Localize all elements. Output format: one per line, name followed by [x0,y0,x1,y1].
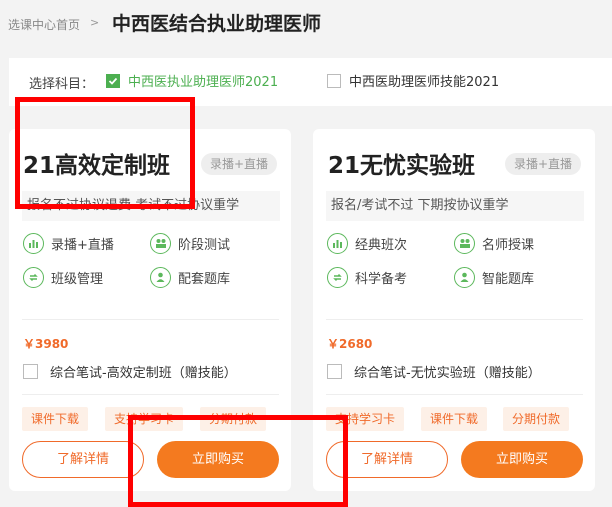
breadcrumb-separator: > [90,16,100,29]
mode-tag: 录播+直播 [504,153,581,175]
feature-label: 科学备考 [355,272,408,287]
feature-item: 配套题库 [150,267,230,288]
combo-label: 综合笔试-无忧实验班（赠技能） [354,366,541,381]
checkbox-icon[interactable] [327,73,341,88]
feature-item: 经典班次 [327,233,407,254]
header: 选课中心首页 > 中西医结合执业助理医师 [0,0,612,50]
feature-label: 录播+直播 [51,238,114,253]
divider [326,319,583,320]
refresh-icon [23,267,44,288]
feature-item: 班级管理 [23,267,103,288]
detail-button[interactable]: 了解详情 [22,441,144,478]
feature-item: 名师授课 [454,233,534,254]
feature-item: 阶段测试 [150,233,230,254]
feature-label: 名师授课 [482,238,535,253]
users-icon [150,233,171,254]
feature-label: 阶段测试 [178,238,231,253]
feature-item: 录播+直播 [23,233,114,254]
course-description: 报名/考试不过 下期按协议重学 [326,191,584,221]
page-title: 中西医结合执业助理医师 [112,13,322,35]
refresh-icon [327,267,348,288]
divider [22,394,279,395]
course-title: 21高效定制班 [23,153,171,179]
checkbox-icon[interactable] [23,364,38,379]
service-tag: 课件下载 [22,407,89,431]
buy-button[interactable]: 立即购买 [461,441,583,478]
detail-button[interactable]: 了解详情 [326,441,448,478]
combo-label: 综合笔试-高效定制班（赠技能） [50,366,237,381]
chart-bars-icon [23,233,44,254]
mode-tag: 录播+直播 [200,153,277,175]
service-tag: 分期付款 [200,407,267,431]
service-tag: 支持学习卡 [326,407,405,431]
course-description: 报名不过协议退费 考试不过协议重学 [22,191,280,221]
checkbox-checked-icon[interactable] [106,73,120,88]
divider [22,319,279,320]
service-tag: 课件下载 [421,407,488,431]
feature-label: 班级管理 [51,272,104,287]
service-tag: 支持学习卡 [105,407,184,431]
course-title: 21无忧实验班 [328,153,476,179]
combo-option[interactable]: 综合笔试-高效定制班（赠技能） [23,362,237,381]
subject-label: 选择科目： [29,77,95,92]
course-card-1: 21高效定制班 录播+直播 报名不过协议退费 考试不过协议重学 录播+直播 阶段… [9,129,291,491]
subject-selector: 选择科目： 中西医执业助理医师2021 中西医助理医师技能2021 [9,58,612,106]
course-price: ￥2680 [327,337,373,351]
service-tag: 分期付款 [503,407,570,431]
course-price: ￥3980 [23,337,69,351]
user-icon [150,267,171,288]
chart-bars-icon [327,233,348,254]
breadcrumb-home-link[interactable]: 选课中心首页 [8,16,80,33]
users-icon [454,233,475,254]
feature-label: 配套题库 [178,272,231,287]
buy-button[interactable]: 立即购买 [157,441,279,478]
subject-option-1[interactable]: 中西医执业助理医师2021 [106,71,278,90]
subject-option-label: 中西医助理医师技能2021 [349,75,500,90]
subject-option-label: 中西医执业助理医师2021 [128,75,279,90]
divider [326,394,583,395]
feature-item: 科学备考 [327,267,407,288]
feature-label: 经典班次 [355,238,408,253]
checkbox-icon[interactable] [327,364,342,379]
feature-item: 智能题库 [454,267,534,288]
combo-option[interactable]: 综合笔试-无忧实验班（赠技能） [327,362,541,381]
subject-option-2[interactable]: 中西医助理医师技能2021 [327,71,499,90]
course-card-2: 21无忧实验班 录播+直播 报名/考试不过 下期按协议重学 经典班次 名师授课 … [313,129,595,491]
user-icon [454,267,475,288]
feature-label: 智能题库 [482,272,535,287]
